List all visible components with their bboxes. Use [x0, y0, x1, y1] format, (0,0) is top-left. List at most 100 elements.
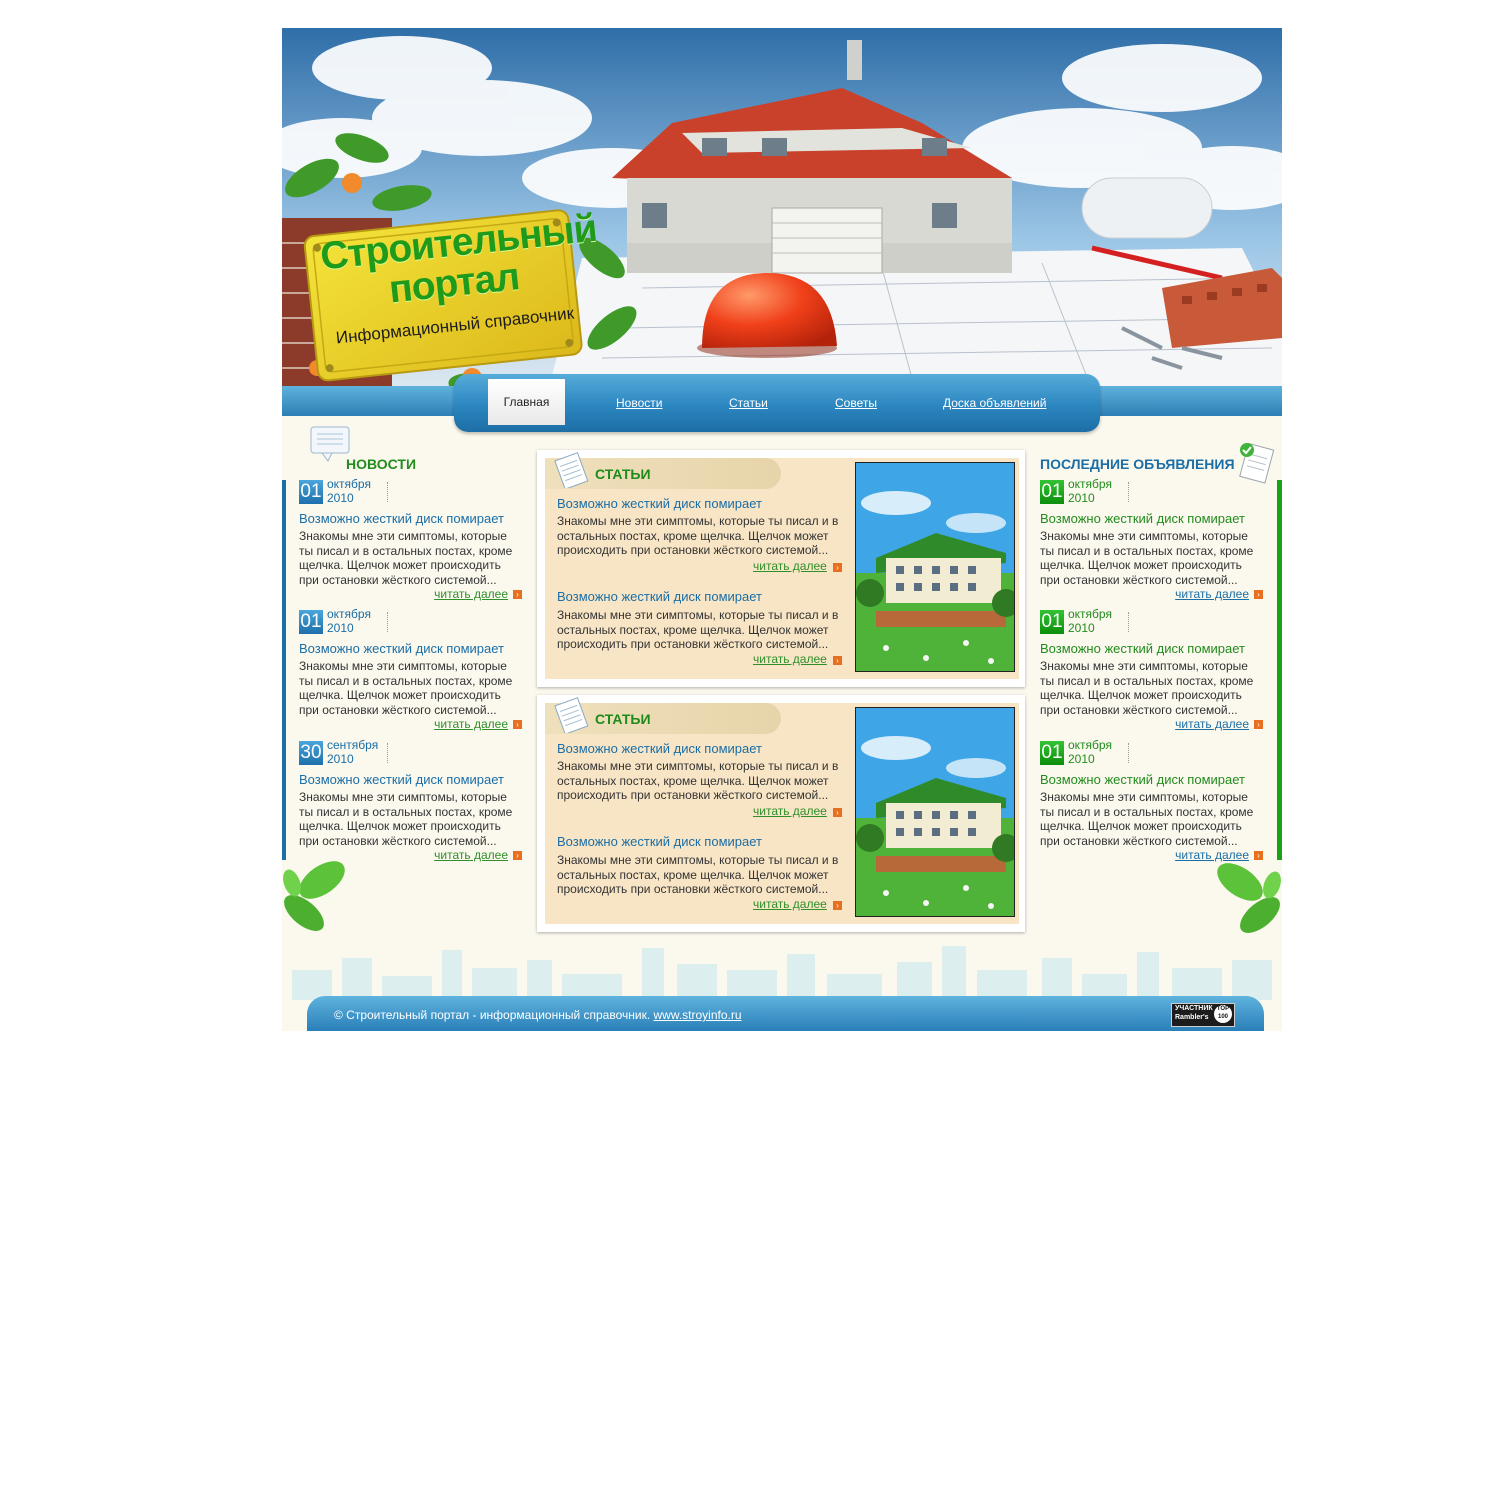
counter-label: УЧАСТНИК — [1175, 1005, 1213, 1012]
article-text: Знакомы мне эти симптомы, которые ты пис… — [557, 608, 839, 651]
date-divider — [387, 743, 388, 763]
read-more-link[interactable]: читать далее — [1175, 587, 1249, 601]
nav-item-tips[interactable]: Советы — [835, 396, 877, 410]
arrow-right-icon[interactable]: › — [1254, 851, 1263, 860]
articles-label: СТАТЬИ — [595, 466, 651, 482]
ads-accent-bar — [1277, 480, 1282, 860]
nav-item-board[interactable]: Доска объявлений — [943, 396, 1046, 410]
ad-item-text: Знакомы мне эти симптомы, которые ты пис… — [1040, 529, 1254, 587]
news-item: 30 сентября 2010 Возможно жесткий диск п… — [299, 738, 524, 866]
leaves-decoration-right — [1217, 863, 1281, 933]
article-text: Знакомы мне эти симптомы, которые ты пис… — [557, 853, 839, 896]
date-divider — [387, 612, 388, 632]
notepad-icon — [553, 452, 589, 490]
header-illustration — [282, 28, 1282, 415]
read-more-link[interactable]: читать далее — [753, 897, 827, 911]
news-date-month: октября — [327, 477, 371, 491]
ad-item: 01 октября 2010 Возможно жесткий диск по… — [1040, 477, 1265, 605]
read-more-link[interactable]: читать далее — [434, 587, 508, 601]
arrow-right-icon[interactable]: › — [833, 563, 842, 572]
nav-item-news[interactable]: Новости — [616, 396, 662, 410]
articles-block: СТАТЬИ Возможно жесткий диск помирает Зн… — [537, 450, 1025, 687]
news-item-title[interactable]: Возможно жесткий диск помирает — [299, 772, 504, 787]
date-divider — [1128, 612, 1129, 632]
article-photo[interactable] — [855, 462, 1015, 672]
ad-item-title[interactable]: Возможно жесткий диск помирает — [1040, 511, 1245, 526]
arrow-right-icon[interactable]: › — [833, 808, 842, 817]
article-text: Знакомы мне эти симптомы, которые ты пис… — [557, 759, 839, 802]
news-item-title[interactable]: Возможно жесткий диск помирает — [299, 641, 504, 656]
news-item: 01 октября 2010 Возможно жесткий диск по… — [299, 477, 524, 605]
read-more-link[interactable]: читать далее — [753, 804, 827, 818]
ad-item-title[interactable]: Возможно жесткий диск помирает — [1040, 641, 1245, 656]
read-more-link[interactable]: читать далее — [1175, 717, 1249, 731]
news-item-text: Знакомы мне эти симптомы, которые ты пис… — [299, 659, 513, 717]
news-date-day: 01 — [299, 480, 323, 504]
date-divider — [1128, 482, 1129, 502]
news-item-title[interactable]: Возможно жесткий диск помирает — [299, 511, 504, 526]
read-more-link[interactable]: читать далее — [753, 652, 827, 666]
footer-copyright: © Строительный портал - информационный с… — [334, 1008, 742, 1022]
news-item-text: Знакомы мне эти симптомы, которые ты пис… — [299, 790, 513, 848]
news-item-text: Знакомы мне эти симптомы, которые ты пис… — [299, 529, 513, 587]
ad-date-year: 2010 — [1068, 752, 1095, 766]
ad-date-day: 01 — [1040, 480, 1064, 504]
read-more-link[interactable]: читать далее — [434, 717, 508, 731]
arrow-right-icon[interactable]: › — [833, 656, 842, 665]
ad-date-month: октября — [1068, 607, 1112, 621]
news-date-year: 2010 — [327, 621, 354, 635]
news-date-month: сентября — [327, 738, 379, 752]
ad-item-title[interactable]: Возможно жесткий диск помирает — [1040, 772, 1245, 787]
ad-date-day: 01 — [1040, 610, 1064, 634]
city-skyline-decoration — [292, 946, 1272, 1000]
ad-date-day: 01 — [1040, 741, 1064, 765]
ads-title: ПОСЛЕДНИЕ ОБЪЯВЛЕНИЯ — [1040, 456, 1235, 472]
news-date-day: 30 — [299, 741, 323, 765]
articles-panel: СТАТЬИ Возможно жесткий диск помирает Зн… — [545, 452, 1019, 679]
arrow-right-icon[interactable]: › — [1254, 720, 1263, 729]
articles-panel: СТАТЬИ Возможно жесткий диск помирает Зн… — [545, 697, 1019, 924]
rambler-top100-counter[interactable]: УЧАСТНИК Rambler's TOP 100 — [1171, 1003, 1235, 1027]
article-title[interactable]: Возможно жесткий диск помирает — [557, 589, 762, 604]
ad-item-text: Знакомы мне эти симптомы, которые ты пис… — [1040, 790, 1254, 848]
ad-date-year: 2010 — [1068, 491, 1095, 505]
ad-item: 01 октября 2010 Возможно жесткий диск по… — [1040, 607, 1265, 735]
footer-copyright-text: © Строительный портал - информационный с… — [334, 1008, 651, 1022]
footer-site-link[interactable]: www.stroyinfo.ru — [654, 1008, 742, 1022]
speech-bubble-icon — [310, 426, 350, 462]
date-divider — [387, 482, 388, 502]
leaves-decoration-left — [283, 861, 345, 931]
ad-item-text: Знакомы мне эти симптомы, которые ты пис… — [1040, 659, 1254, 717]
article-text: Знакомы мне эти симптомы, которые ты пис… — [557, 514, 839, 557]
arrow-right-icon[interactable]: › — [513, 720, 522, 729]
ad-date-month: октября — [1068, 738, 1112, 752]
articles-block: СТАТЬИ Возможно жесткий диск помирает Зн… — [537, 695, 1025, 932]
notepad-icon — [553, 697, 589, 735]
arrow-right-icon[interactable]: › — [513, 590, 522, 599]
site-container: Строительный портал Информационный справ… — [282, 28, 1282, 1031]
nav-item-home[interactable]: Главная — [488, 379, 565, 425]
arrow-right-icon[interactable]: › — [513, 851, 522, 860]
article-photo[interactable] — [855, 707, 1015, 917]
ad-item: 01 октября 2010 Возможно жесткий диск по… — [1040, 738, 1265, 866]
read-more-link[interactable]: читать далее — [753, 559, 827, 573]
checklist-icon — [1236, 440, 1276, 484]
news-title: НОВОСТИ — [346, 456, 417, 472]
header-banner: Строительный портал Информационный справ… — [282, 28, 1282, 415]
article-title[interactable]: Возможно жесткий диск помирает — [557, 741, 762, 756]
articles-label: СТАТЬИ — [595, 711, 651, 727]
news-accent-bar — [282, 480, 286, 860]
news-date-year: 2010 — [327, 491, 354, 505]
ad-date-year: 2010 — [1068, 621, 1095, 635]
nav-item-articles[interactable]: Статьи — [729, 396, 768, 410]
counter-brand: Rambler's — [1175, 1014, 1209, 1021]
arrow-right-icon[interactable]: › — [833, 901, 842, 910]
article-title[interactable]: Возможно жесткий диск помирает — [557, 834, 762, 849]
arrow-right-icon[interactable]: › — [1254, 590, 1263, 599]
date-divider — [1128, 743, 1129, 763]
news-date-month: октября — [327, 607, 371, 621]
ad-date-month: октября — [1068, 477, 1112, 491]
counter-badge: TOP 100 — [1214, 1005, 1232, 1023]
article-title[interactable]: Возможно жесткий диск помирает — [557, 496, 762, 511]
read-more-link[interactable]: читать далее — [434, 848, 508, 862]
